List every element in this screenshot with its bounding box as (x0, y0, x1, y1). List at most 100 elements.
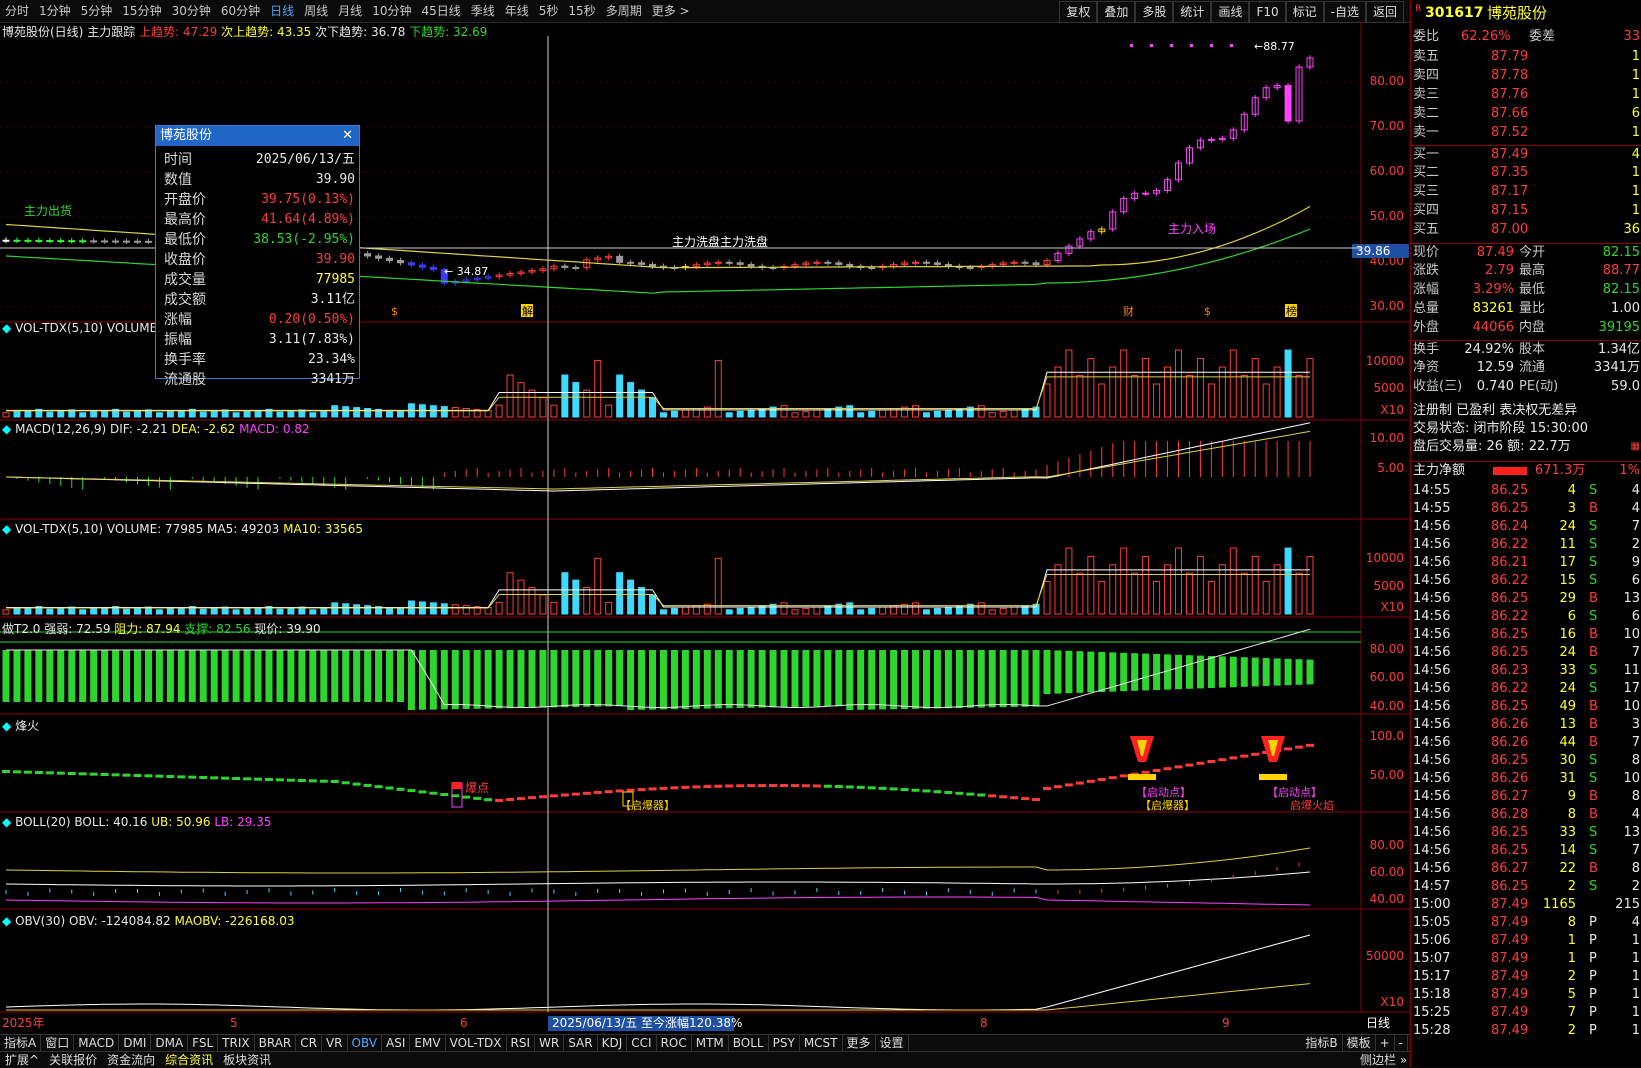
period-tab[interactable]: 多周期 (601, 0, 647, 22)
status-tab[interactable]: 关联报价 (44, 1052, 102, 1068)
toolbar-button[interactable]: -自选 (1323, 1, 1366, 23)
candle-body[interactable] (1284, 85, 1292, 122)
candle-body[interactable] (364, 253, 372, 257)
candle-body[interactable] (747, 263, 755, 267)
candle-body[interactable] (2, 239, 10, 242)
candle-body[interactable] (35, 239, 43, 242)
grid-icon[interactable]: ▦ (1631, 438, 1640, 456)
indicator-tab[interactable]: TRIX (218, 1035, 255, 1052)
status-tab[interactable]: 扩展^ (0, 1052, 44, 1068)
indicator-tab[interactable]: WR (535, 1035, 565, 1052)
indicator-tab[interactable]: OBV (348, 1035, 383, 1052)
indicator-tab[interactable]: ASI (382, 1035, 411, 1052)
candle-body[interactable] (966, 267, 974, 270)
toolbar-button[interactable]: 返回 (1365, 1, 1404, 23)
indicator-tab[interactable]: SAR (564, 1035, 598, 1052)
period-tab[interactable]: 5分钟 (76, 0, 118, 22)
indicator-tab[interactable]: EMV (410, 1035, 446, 1052)
buy-level[interactable]: 买三 87.17 1 (1411, 183, 1641, 201)
buy-level[interactable]: 买一 87.49 4 (1411, 145, 1641, 164)
status-tab[interactable]: 综合资讯 (160, 1052, 218, 1068)
candle-body[interactable] (396, 260, 404, 264)
candle-body[interactable] (572, 266, 580, 269)
candle-body[interactable] (933, 262, 941, 265)
period-tab[interactable]: 45日线 (416, 0, 465, 22)
indicator-tab[interactable]: 指标A (0, 1035, 42, 1052)
period-tab[interactable]: 1分钟 (34, 0, 76, 22)
candle-body[interactable] (375, 255, 383, 259)
indicator-tab[interactable]: VR (322, 1035, 348, 1052)
indicator-tab[interactable]: MACD (74, 1035, 120, 1052)
candle-body[interactable] (835, 262, 843, 265)
indicator-tab[interactable]: KDJ (598, 1035, 628, 1052)
sell-level[interactable]: 卖一 87.52 1 (1411, 124, 1641, 142)
candle-body[interactable] (112, 240, 120, 243)
period-tab[interactable]: 更多 > (647, 0, 695, 22)
indicator-tab[interactable]: 更多 (843, 1035, 876, 1052)
candle-body[interactable] (627, 261, 635, 264)
indicator-tab[interactable]: BRAR (255, 1035, 297, 1052)
candle-body[interactable] (123, 240, 131, 243)
indicator-right-tab[interactable]: + (1376, 1035, 1395, 1052)
candle-body[interactable] (429, 266, 437, 270)
indicator-tab[interactable]: MCST (800, 1035, 843, 1052)
candle-body[interactable] (736, 262, 744, 265)
indicator-tab[interactable]: PSY (769, 1035, 800, 1052)
kline-info-popup[interactable]: 博苑股份 ✕ 时间 2025/06/13/五 数值 39.90 开盘价 39.75(0.1… (155, 125, 360, 388)
period-tab[interactable]: 月线 (333, 0, 367, 22)
candle-body[interactable] (90, 240, 98, 243)
candle-body[interactable] (824, 261, 832, 264)
period-tab[interactable]: 周线 (299, 0, 333, 22)
toolbar-button[interactable]: 复权 (1059, 1, 1098, 23)
period-tab[interactable]: 10分钟 (367, 0, 416, 22)
indicator-tab[interactable]: BOLL (729, 1035, 769, 1052)
indicator-right-tab[interactable]: 指标B (1301, 1035, 1343, 1052)
candle-body[interactable] (846, 263, 854, 267)
sell-level[interactable]: 卖四 87.78 1 (1411, 67, 1641, 85)
candle-body[interactable] (1207, 138, 1215, 141)
candle-body[interactable] (68, 240, 76, 243)
candle-body[interactable] (813, 261, 821, 264)
indicator-tab[interactable]: CCI (627, 1035, 657, 1052)
candle-body[interactable] (912, 261, 920, 264)
buy-level[interactable]: 买五 87.00 36 (1411, 221, 1641, 239)
close-icon[interactable]: ✕ (342, 126, 353, 146)
candle-body[interactable] (101, 240, 109, 243)
indicator-tab[interactable]: MTM (692, 1035, 729, 1052)
period-tab[interactable]: 分时 (0, 0, 34, 22)
buy-level[interactable]: 买二 87.35 1 (1411, 164, 1641, 182)
side-tab[interactable]: 侧边栏 » (1354, 1052, 1413, 1068)
toolbar-button[interactable]: 标记 (1285, 1, 1324, 23)
sell-level[interactable]: 卖三 87.76 1 (1411, 86, 1641, 104)
status-tab[interactable]: 资金流向 (102, 1052, 160, 1068)
event-marker[interactable]: 财 (1123, 304, 1134, 318)
event-marker[interactable]: 榜 (1286, 304, 1297, 318)
candle-body[interactable] (561, 265, 569, 268)
indicator-tab[interactable]: 窗口 (41, 1035, 75, 1052)
indicator-tab[interactable]: FSL (188, 1035, 219, 1052)
indicator-tab[interactable]: CR (296, 1035, 322, 1052)
indicator-tab[interactable]: 设置 (876, 1035, 909, 1052)
candle-body[interactable] (418, 264, 426, 268)
toolbar-button[interactable]: 多股 (1135, 1, 1174, 23)
sell-level[interactable]: 卖五 87.79 1 (1411, 48, 1641, 66)
period-tab[interactable]: 日线 (265, 0, 299, 22)
candle-body[interactable] (57, 240, 65, 243)
candle-body[interactable] (46, 240, 54, 243)
sell-level[interactable]: 卖二 87.66 6 (1411, 105, 1641, 123)
candle-body[interactable] (386, 257, 394, 261)
candle-body[interactable] (1010, 261, 1018, 264)
candle-body[interactable] (144, 240, 152, 243)
candle-body[interactable] (24, 239, 32, 242)
indicator-tab[interactable]: ROC (657, 1035, 692, 1052)
period-tab[interactable]: 30分钟 (167, 0, 216, 22)
indicator-tab[interactable]: DMA (151, 1035, 189, 1052)
status-tab[interactable]: 板块资讯 (218, 1052, 276, 1068)
candle-body[interactable] (1142, 192, 1150, 195)
indicator-right-tab[interactable]: 模板 (1343, 1035, 1376, 1052)
period-tab[interactable]: 季线 (466, 0, 500, 22)
buy-level[interactable]: 买四 87.15 1 (1411, 202, 1641, 220)
event-marker[interactable]: 解 (522, 304, 533, 318)
event-marker[interactable]: $ (391, 305, 398, 318)
candle-body[interactable] (638, 262, 646, 265)
